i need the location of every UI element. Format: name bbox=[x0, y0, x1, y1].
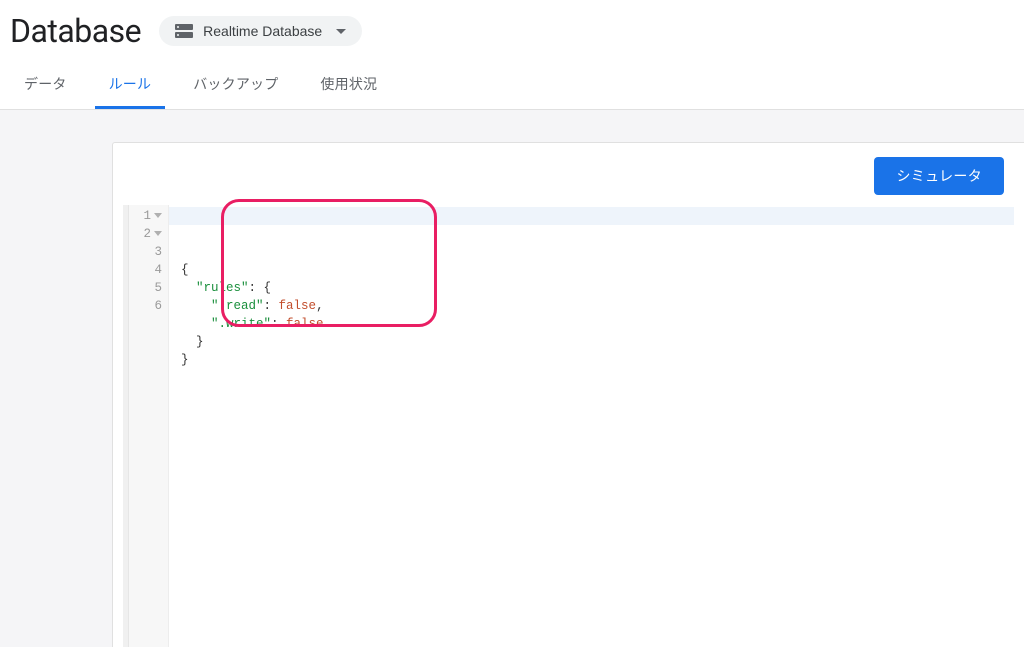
tab-data[interactable]: データ bbox=[10, 64, 81, 109]
chevron-down-icon bbox=[336, 29, 346, 34]
rules-card: シミュレータ 1 2 3 4 5 6 { "rules": { ".read":… bbox=[112, 142, 1024, 647]
page-title: Database bbox=[10, 12, 141, 50]
database-selector-dropdown[interactable]: Realtime Database bbox=[159, 16, 362, 46]
tab-rules[interactable]: ルール bbox=[95, 64, 166, 109]
tab-usage[interactable]: 使用状況 bbox=[306, 64, 391, 109]
tabs-bar: データ ルール バックアップ 使用状況 bbox=[0, 50, 1024, 110]
code-area[interactable]: { "rules": { ".read": false, ".write": f… bbox=[169, 205, 1014, 647]
line-number-gutter: 1 2 3 4 5 6 bbox=[129, 205, 169, 647]
database-selector-label: Realtime Database bbox=[203, 23, 322, 39]
rules-editor[interactable]: 1 2 3 4 5 6 { "rules": { ".read": false,… bbox=[123, 205, 1014, 647]
tab-backup[interactable]: バックアップ bbox=[179, 64, 292, 109]
database-icon bbox=[175, 24, 193, 38]
simulator-button[interactable]: シミュレータ bbox=[874, 157, 1004, 195]
active-line-highlight bbox=[169, 207, 1014, 225]
